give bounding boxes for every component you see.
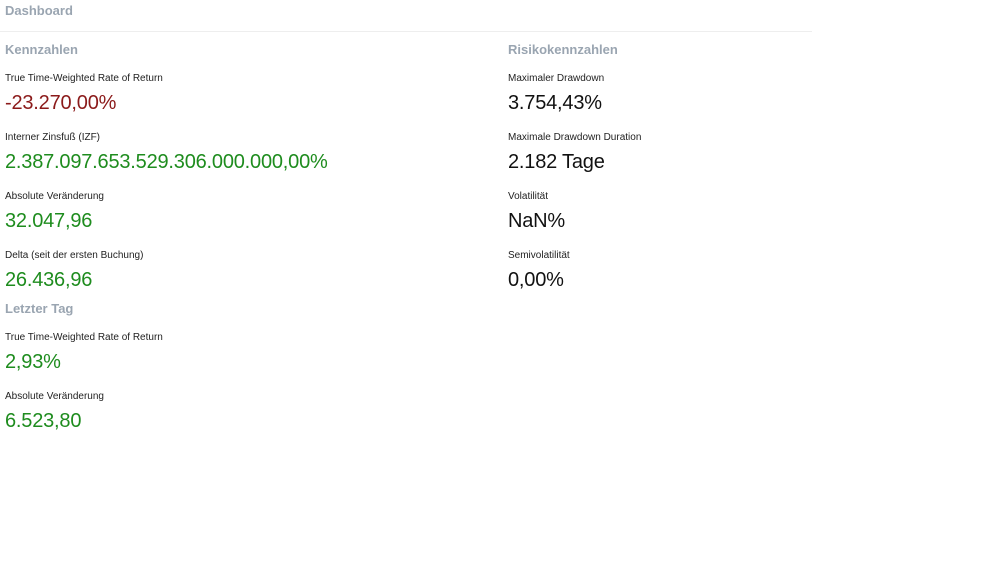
section-title-letzter-tag: Letzter Tag (5, 301, 74, 316)
metric-value: 2.182 Tage (508, 151, 605, 173)
metric-max-drawdown: Maximaler Drawdown 3.754,43% (508, 72, 808, 115)
metric-izf: Interner Zinsfuß (IZF) 2.387.097.653.529… (5, 131, 495, 174)
metric-last-day-ttwror: True Time-Weighted Rate of Return 2,93% (5, 331, 495, 374)
metric-max-drawdown-duration: Maximale Drawdown Duration 2.182 Tage (508, 131, 808, 174)
metric-label: Absolute Veränderung (5, 391, 104, 402)
metric-label: Maximaler Drawdown (508, 73, 605, 84)
dashboard-header: Dashboard (0, 0, 812, 32)
left-column: Kennzahlen True Time-Weighted Rate of Re… (5, 42, 495, 449)
metric-value: 3.754,43% (508, 92, 602, 114)
right-column: Risikokennzahlen Maximaler Drawdown 3.75… (508, 42, 808, 308)
metric-value: 2.387.097.653.529.306.000.000,00% (5, 151, 328, 173)
section-title-risikokennzahlen: Risikokennzahlen (508, 42, 618, 57)
page-title: Dashboard (5, 3, 73, 18)
metric-label: Absolute Veränderung (5, 191, 104, 202)
metric-label: True Time-Weighted Rate of Return (5, 73, 163, 84)
metric-label: True Time-Weighted Rate of Return (5, 332, 163, 343)
metric-volatility: Volatilität NaN% (508, 190, 808, 233)
metric-delta: Delta (seit der ersten Buchung) 26.436,9… (5, 249, 495, 292)
metric-value: 2,93% (5, 351, 61, 373)
metric-label: Delta (seit der ersten Buchung) (5, 250, 144, 261)
metric-ttwror: True Time-Weighted Rate of Return -23.27… (5, 72, 495, 115)
metric-last-day-absolute-change: Absolute Veränderung 6.523,80 (5, 390, 495, 433)
section-title-kennzahlen: Kennzahlen (5, 42, 78, 57)
metric-value: NaN% (508, 210, 565, 232)
metric-value: 32.047,96 (5, 210, 93, 232)
dashboard-page: Dashboard Kennzahlen True Time-Weighted … (0, 0, 1000, 563)
metric-label: Interner Zinsfuß (IZF) (5, 132, 101, 143)
metric-value: 6.523,80 (5, 410, 82, 432)
metric-value: -23.270,00% (5, 92, 117, 114)
metric-label: Volatilität (508, 191, 549, 202)
metric-label: Semivolatilität (508, 250, 570, 261)
metric-value: 0,00% (508, 269, 564, 291)
metric-semivolatility: Semivolatilität 0,00% (508, 249, 808, 292)
metric-value: 26.436,96 (5, 269, 93, 291)
metric-absolute-change: Absolute Veränderung 32.047,96 (5, 190, 495, 233)
metric-label: Maximale Drawdown Duration (508, 132, 642, 143)
